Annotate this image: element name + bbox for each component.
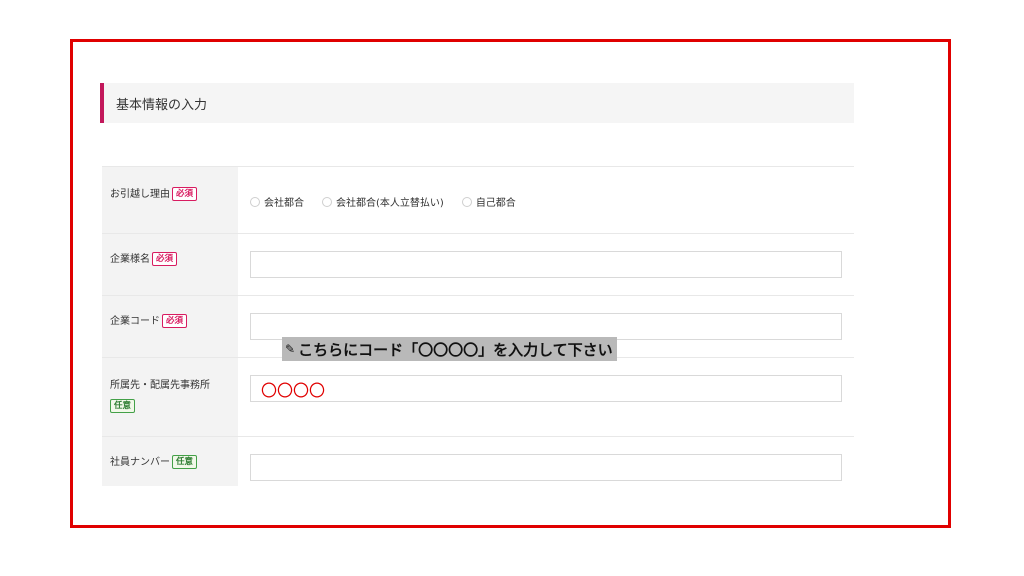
row-department: 所属先・配属先事務所 任意 <box>102 357 854 436</box>
code-hint-tooltip: ✎ こちらにコード「〇〇〇〇」を入力して下さい <box>282 337 617 361</box>
employee-number-input[interactable] <box>250 454 842 481</box>
code-hint-text: こちらにコード「〇〇〇〇」を入力して下さい <box>298 340 613 359</box>
radio-personal-reason[interactable]: 自己都合 <box>461 194 516 209</box>
radio-circle-icon[interactable] <box>250 196 260 207</box>
optional-badge: 任意 <box>110 399 136 413</box>
moving-reason-radio-group: 会社都合 会社都合(本人立替払い) 自己都合 <box>250 194 516 209</box>
row-moving-reason: お引越し理由 必須 会社都合 会社都合(本人立替払い) 自己都合 <box>102 166 854 233</box>
company-name-label: 企業様名 必須 <box>102 234 238 295</box>
company-name-input[interactable] <box>250 251 842 278</box>
company-code-input[interactable] <box>250 313 842 340</box>
employee-number-label: 社員ナンバー 任意 <box>102 437 238 486</box>
radio-company-reimbursed[interactable]: 会社都合(本人立替払い) <box>322 194 444 209</box>
section-title: 基本情報の入力 <box>116 97 208 113</box>
radio-circle-icon[interactable] <box>322 196 332 207</box>
row-employee-number: 社員ナンバー 任意 <box>102 436 854 486</box>
required-badge: 必須 <box>172 187 198 201</box>
optional-badge: 任意 <box>172 455 198 469</box>
radio-company-reason[interactable]: 会社都合 <box>250 194 304 209</box>
radio-circle-icon[interactable] <box>461 196 472 207</box>
department-label: 所属先・配属先事務所 任意 <box>102 358 238 436</box>
moving-reason-label: お引越し理由 必須 <box>102 167 238 233</box>
row-company-name: 企業様名 必須 <box>102 233 854 295</box>
required-badge: 必須 <box>152 252 178 266</box>
department-input[interactable] <box>250 375 842 402</box>
company-code-label: 企業コード 必須 <box>102 296 238 357</box>
pen-icon: ✎ <box>285 342 296 356</box>
section-header: 基本情報の入力 <box>100 83 854 123</box>
required-badge: 必須 <box>162 314 188 328</box>
